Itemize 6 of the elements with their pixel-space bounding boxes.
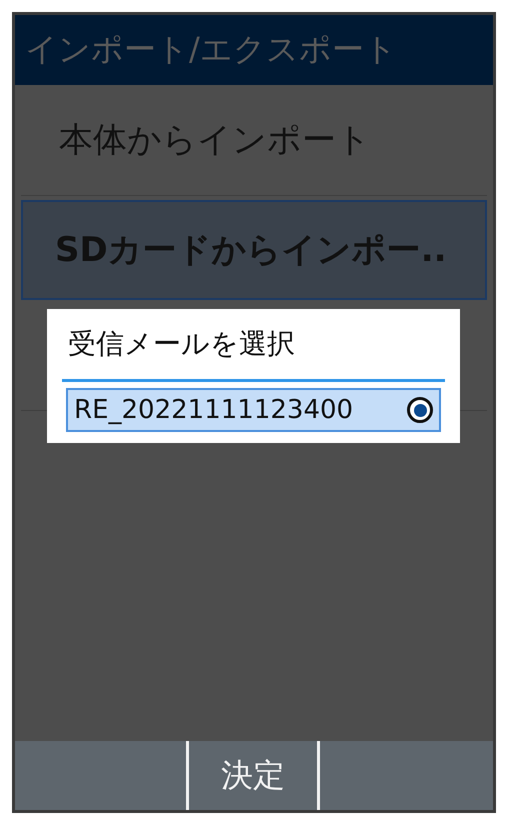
mail-option[interactable]: RE_20221111123400 (66, 388, 441, 432)
radio-button[interactable] (407, 397, 433, 423)
softkey[interactable]: 決定 (186, 741, 320, 810)
dialog-title: 受信メールを選択 (62, 309, 445, 382)
option-label: RE_20221111123400 (74, 395, 354, 425)
screen-title: インポート/エクスポート (15, 15, 493, 85)
